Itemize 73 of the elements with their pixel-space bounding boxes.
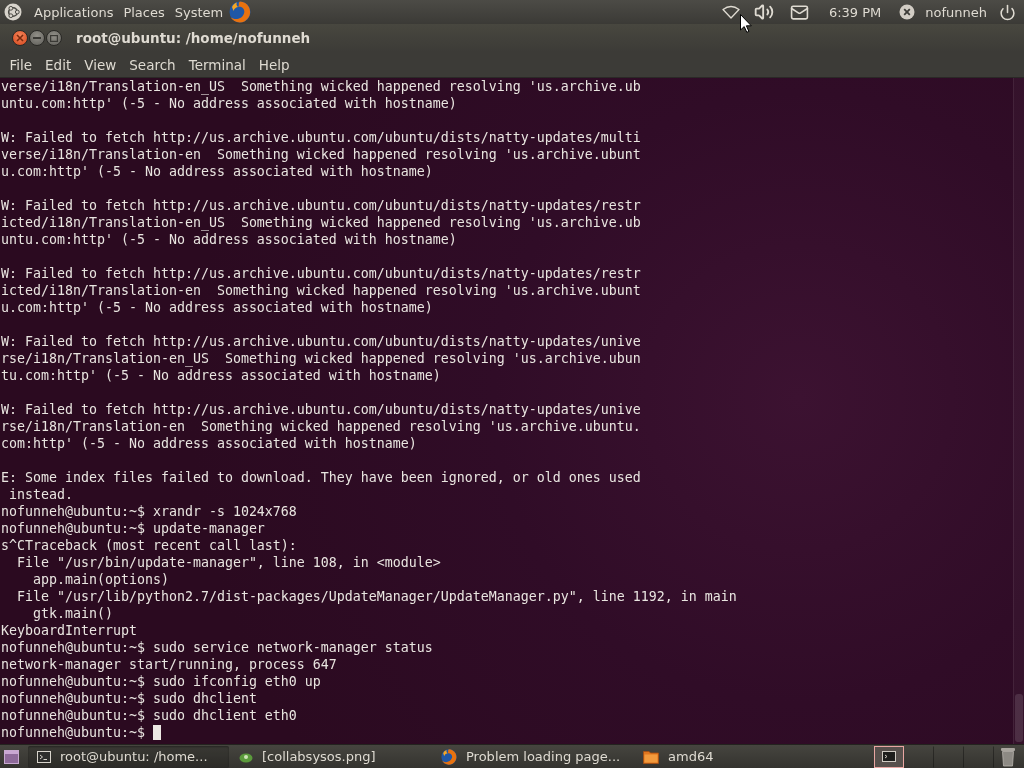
maximize-button[interactable]: [46, 30, 62, 46]
terminal-line: W: Failed to fetch http://us.archive.ubuntu.com/ubuntu/dists/natty-updates/unive: [1, 401, 641, 418]
terminal-line: W: Failed to fetch http://us.archive.ubuntu.com/ubuntu/dists/natty-updates/restr: [1, 265, 641, 282]
terminal-line: untu.com:http' (-5 - No address associated with hostname): [1, 231, 457, 248]
terminal-line: File "/usr/bin/update-manager", line 108, in <module>: [16, 554, 441, 571]
terminal-line: s^CTraceback (most recent call last):: [1, 537, 297, 554]
terminal-line: nofunneh@ubuntu:~$ sudo dhclient eth0: [1, 707, 297, 724]
trash-icon[interactable]: [1000, 746, 1016, 767]
terminal-line: icted/i18n/Translation-en_US Something wicked happened resolving 'us.archive.ub: [1, 214, 641, 231]
terminal-line: tu.com:http' (-5 - No address associated with hostname): [1, 367, 441, 384]
wifi-icon[interactable]: [721, 5, 740, 19]
terminal-line: W: Failed to fetch http://us.archive.ubuntu.com/ubuntu/dists/natty-updates/unive: [1, 333, 641, 350]
terminal-line: File "/usr/lib/python2.7/dist-packages/UpdateManager/UpdateManager.py", line 1192, in main: [16, 588, 737, 605]
terminal-line: instead.: [8, 486, 73, 503]
browser-icon: [441, 748, 457, 765]
terminal-line: nofunneh@ubuntu:~$ sudo service network-manager status: [1, 639, 433, 656]
mouse-pointer-icon: [740, 14, 752, 33]
terminal-line: u.com:http' (-5 - No address associated with hostname): [1, 163, 433, 180]
taskbar-button[interactable]: [collabsysos.png]: [230, 745, 431, 768]
close-icon: [16, 34, 24, 42]
terminal-line: rse/i18n/Translation-en Something wicked happened resolving 'us.archive.ubuntu.: [1, 418, 641, 435]
close-button[interactable]: [12, 30, 28, 46]
terminal-icon: [37, 750, 51, 763]
scrollbar-thumb[interactable]: [1015, 694, 1023, 742]
terminal-line: W: Failed to fetch http://us.archive.ubuntu.com/ubuntu/dists/natty-updates/restr: [1, 197, 641, 214]
menu-item[interactable]: File: [3, 52, 39, 77]
minimize-button[interactable]: [29, 30, 45, 46]
terminal-prompt: nofunneh@ubuntu:~$: [1, 724, 145, 741]
terminal-line: KeyboardInterrupt: [1, 622, 137, 639]
folder-icon: [643, 749, 659, 764]
terminal-line: nofunneh@ubuntu:~$ sudo ifconfig eth0 up: [1, 673, 321, 690]
menu-item[interactable]: View: [77, 52, 123, 77]
terminal-line: u.com:http' (-5 - No address associated with hostname): [1, 299, 433, 316]
scrollbar[interactable]: [1013, 78, 1024, 744]
envelope-icon[interactable]: [789, 2, 809, 22]
panel-menu[interactable]: Places: [118, 0, 170, 24]
minimize-icon: [33, 37, 41, 39]
window-title: root@ubuntu: /home/nofunneh: [76, 30, 311, 46]
terminal-line: rse/i18n/Translation-en_US Something wicked happened resolving 'us.archive.ubun: [1, 350, 641, 367]
terminal-line: icted/i18n/Translation-en Something wicked happened resolving 'us.archive.ubunt: [1, 282, 641, 299]
terminal-line: nofunneh@ubuntu:~$ update-manager: [1, 520, 265, 537]
terminal-line: verse/i18n/Translation-en Something wicked happened resolving 'us.archive.ubunt: [1, 146, 641, 163]
clock[interactable]: 6:39 PM: [828, 0, 882, 24]
terminal-line: gtk.main(): [31, 605, 113, 622]
panel-menu[interactable]: Applications: [29, 0, 119, 24]
terminal-line: nofunneh@ubuntu:~$ sudo dhclient: [1, 690, 257, 707]
workspace-button[interactable]: [874, 745, 904, 768]
terminal-line: W: Failed to fetch http://us.archive.ubuntu.com/ubuntu/dists/natty-updates/multi: [1, 129, 641, 146]
menu-item[interactable]: Edit: [38, 52, 78, 77]
taskbar-button[interactable]: amd64: [634, 745, 835, 768]
taskbar-button[interactable]: root@ubuntu: /home...: [28, 745, 229, 768]
menu-item[interactable]: Help: [252, 52, 297, 77]
terminal-line: untu.com:http' (-5 - No address associated with hostname): [1, 95, 457, 112]
show-desktop-icon[interactable]: [4, 749, 19, 764]
window-thumbnail-icon: [882, 751, 896, 762]
x-circle-icon: [899, 4, 916, 20]
browser-icon[interactable]: [229, 1, 252, 23]
terminal-line: E: Some index files failed to download. They have been ignored, or old ones used: [1, 469, 641, 486]
maximize-icon: [50, 34, 58, 42]
terminal-line: com:http' (-5 - No address associated with hostname): [1, 435, 417, 452]
user-menu-button[interactable]: nofunneh: [899, 0, 987, 24]
taskbar-button[interactable]: Problem loading page...: [432, 745, 633, 768]
menu-item[interactable]: Terminal: [182, 52, 253, 77]
terminal-line: network-manager start/running, process 647: [1, 656, 337, 673]
text-cursor-icon: [152, 725, 161, 740]
terminal-line: verse/i18n/Translation-en_US Something wicked happened resolving 'us.archive.ub: [1, 78, 641, 95]
terminal-line: nofunneh@ubuntu:~$ xrandr -s 1024x768: [1, 503, 297, 520]
menu-item[interactable]: Search: [122, 52, 183, 77]
power-icon[interactable]: [999, 3, 1016, 21]
panel-menu[interactable]: System: [169, 0, 229, 24]
volume-icon[interactable]: [753, 2, 774, 22]
ring-logo-icon[interactable]: [4, 3, 22, 21]
terminal-line: app.main(options): [31, 571, 169, 588]
